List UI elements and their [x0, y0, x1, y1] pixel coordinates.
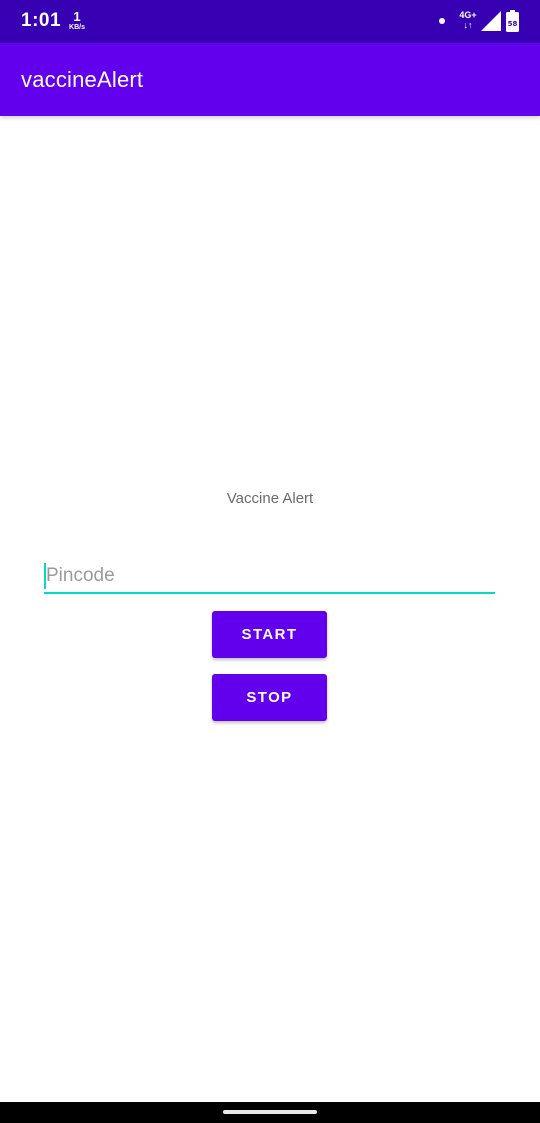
status-time: 1:01	[21, 10, 62, 31]
network-activity-arrows: ↓↑	[463, 20, 473, 30]
navigation-bar	[0, 1102, 540, 1123]
stop-button[interactable]: STOP	[212, 674, 327, 721]
network-speed-indicator: 1 KB/s	[64, 10, 90, 31]
status-bar: 1:01 1 KB/s 4G+ ↓↑ 58	[0, 0, 540, 43]
pincode-field[interactable]	[44, 560, 497, 594]
battery-icon: 58	[506, 10, 519, 32]
app-bar: vaccineAlert	[0, 43, 540, 116]
network-type-label: 4G+	[459, 10, 477, 20]
battery-level-text: 58	[508, 20, 518, 28]
vaccine-alert-heading: Vaccine Alert	[226, 490, 314, 507]
app-title: vaccineAlert	[21, 67, 144, 92]
pincode-input[interactable]	[44, 560, 497, 592]
network-speed-unit: KB/s	[69, 24, 85, 31]
notification-dot-icon	[439, 18, 445, 24]
network-type-indicator: 4G+ ↓↑	[457, 11, 479, 30]
signal-icon	[481, 11, 501, 31]
home-indicator[interactable]	[223, 1110, 317, 1114]
start-button[interactable]: START	[212, 611, 327, 658]
text-cursor	[44, 563, 46, 589]
network-speed-value: 1	[73, 9, 81, 24]
